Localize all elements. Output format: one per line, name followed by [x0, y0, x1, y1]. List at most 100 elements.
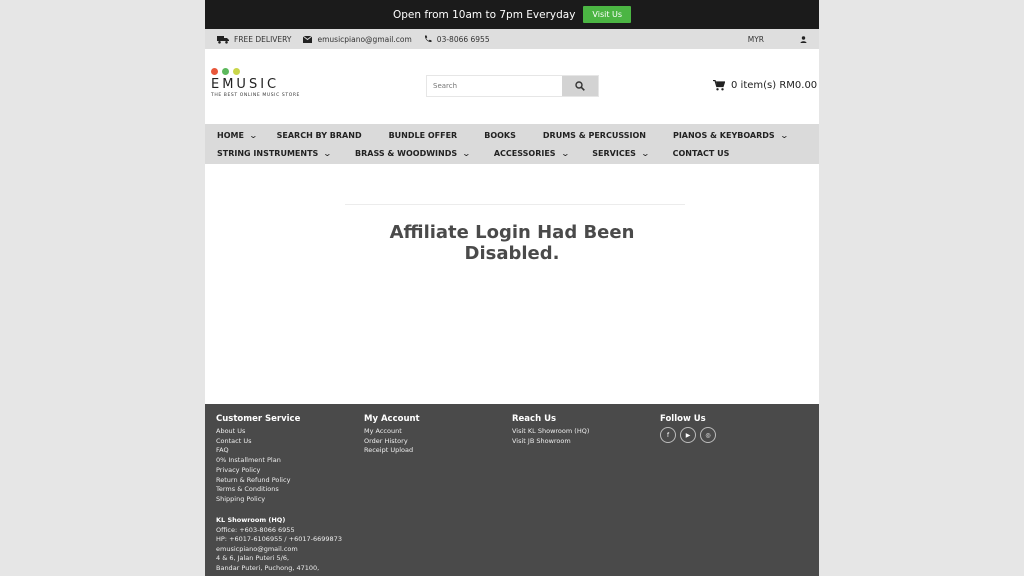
free-delivery: FREE DELIVERY — [217, 35, 291, 44]
contact-email[interactable]: emusicpiano@gmail.com — [303, 34, 412, 44]
footer-link-jb-showroom[interactable]: Visit JB Showroom — [512, 437, 589, 447]
chevron-down-icon: ⌄ — [322, 148, 333, 158]
logo-dot-red — [211, 68, 218, 75]
disabled-message-line-1: Affiliate Login Had Been — [389, 222, 635, 243]
search-button[interactable] — [562, 76, 598, 96]
free-delivery-label: FREE DELIVERY — [234, 34, 292, 44]
footer-link-contact-us[interactable]: Contact Us — [216, 437, 300, 447]
nav-row-2: STRING INSTRUMENTS ⌄ BRASS & WOODWINDS ⌄… — [217, 144, 807, 162]
logo-wordmark: EMUSIC — [211, 77, 280, 92]
logo-dot-yellow — [233, 68, 240, 75]
footer-my-account-title: My Account — [364, 414, 420, 424]
site-header: EMUSIC THE BEST ONLINE MUSIC STORE 0 ite… — [205, 49, 819, 124]
disabled-message-line-2: Disabled. — [464, 243, 560, 264]
footer-link-return-refund[interactable]: Return & Refund Policy — [216, 476, 300, 486]
nav-home[interactable]: HOME ⌄ — [217, 130, 258, 140]
nav-brass-woodwinds-label: BRASS & WOODWINDS — [355, 148, 458, 158]
youtube-icon[interactable]: ▶ — [680, 427, 696, 443]
search-bar — [426, 75, 599, 97]
nav-brass-woodwinds[interactable]: BRASS & WOODWINDS ⌄ — [355, 148, 472, 158]
nav-row-1: HOME ⌄ SEARCH BY BRAND BUNDLE OFFER BOOK… — [217, 126, 807, 144]
nav-contact-us-label: CONTACT US — [672, 148, 730, 158]
cart-label: 0 item(s) RM0.00 — [731, 80, 818, 91]
announcement-bar: Open from 10am to 7pm Everyday Visit Us — [205, 0, 819, 29]
nav-string-instruments-label: STRING INSTRUMENTS — [217, 148, 319, 158]
footer-showroom-info: KL Showroom (HQ) Office: +603-8066 6955 … — [216, 516, 342, 573]
visit-us-button[interactable]: Visit Us — [583, 6, 632, 23]
truck-icon — [217, 35, 229, 44]
mail-icon — [303, 35, 313, 43]
main-navigation: HOME ⌄ SEARCH BY BRAND BUNDLE OFFER BOOK… — [205, 124, 819, 164]
footer-link-privacy-policy[interactable]: Privacy Policy — [216, 466, 300, 476]
nav-bundle-offer-label: BUNDLE OFFER — [388, 130, 458, 140]
showroom-hp: HP: +6017-6106955 / +6017-6699873 — [216, 535, 342, 543]
chevron-down-icon: ⌄ — [640, 148, 650, 158]
footer-reach-us-title: Reach Us — [512, 414, 557, 424]
disabled-message: Affiliate Login Had Been Disabled. — [312, 222, 712, 264]
phone-icon — [424, 35, 432, 43]
page: Open from 10am to 7pm Everyday Visit Us … — [205, 0, 819, 576]
footer-link-order-history[interactable]: Order History — [364, 437, 420, 447]
footer-customer-service: Customer Service About Us Contact Us FAQ… — [216, 414, 300, 505]
emusic-logo[interactable]: EMUSIC THE BEST ONLINE MUSIC STORE — [211, 68, 331, 108]
user-icon[interactable] — [800, 35, 807, 43]
footer-customer-service-title: Customer Service — [216, 414, 301, 424]
footer-follow-us-title: Follow Us — [660, 414, 706, 424]
cart-summary[interactable]: 0 item(s) RM0.00 — [713, 80, 817, 91]
chevron-down-icon: ⌄ — [779, 130, 789, 140]
footer-link-about-us[interactable]: About Us — [216, 427, 300, 437]
social-links: f ▶ ◎ — [660, 427, 716, 443]
nav-pianos-keyboards-label: PIANOS & KEYBOARDS — [672, 130, 775, 140]
footer-follow-us: Follow Us f ▶ ◎ — [660, 414, 716, 443]
nav-pianos-keyboards[interactable]: PIANOS & KEYBOARDS ⌄ — [672, 130, 789, 140]
logo-tagline: THE BEST ONLINE MUSIC STORE — [211, 93, 301, 98]
contact-phone[interactable]: 03-8066 6955 — [424, 35, 490, 44]
chevron-down-icon: ⌄ — [560, 148, 570, 158]
shopping-cart-icon — [713, 80, 725, 91]
footer-reach-us: Reach Us Visit KL Showroom (HQ) Visit JB… — [512, 414, 589, 446]
site-footer: Customer Service About Us Contact Us FAQ… — [205, 404, 819, 576]
nav-contact-us[interactable]: CONTACT US — [673, 149, 730, 158]
footer-link-installment-plan[interactable]: 0% Installment Plan — [216, 456, 300, 466]
announcement-text: Open from 10am to 7pm Everyday — [392, 8, 576, 21]
showroom-office: Office: +603-8066 6955 — [216, 525, 295, 534]
nav-services[interactable]: SERVICES ⌄ — [592, 148, 650, 158]
showroom-email: emusicpiano@gmail.com — [216, 544, 298, 553]
showroom-address-2: Bandar Puteri, Puchong, 47100, — [216, 563, 320, 572]
nav-books-label: BOOKS — [484, 130, 516, 140]
nav-search-by-brand[interactable]: SEARCH BY BRAND — [277, 131, 362, 140]
nav-accessories-label: ACCESSORIES — [493, 148, 556, 158]
nav-services-label: SERVICES — [592, 148, 636, 158]
logo-dot-green — [222, 68, 229, 75]
nav-bundle-offer[interactable]: BUNDLE OFFER — [389, 131, 458, 140]
footer-link-terms[interactable]: Terms & Conditions — [216, 485, 300, 495]
top-info-bar: FREE DELIVERY emusicpiano@gmail.com 03-8… — [205, 29, 819, 49]
chevron-down-icon: ⌄ — [248, 130, 258, 140]
nav-search-by-brand-label: SEARCH BY BRAND — [276, 130, 362, 140]
search-icon — [575, 81, 585, 91]
showroom-address-1: 4 & 6, Jalan Puteri 5/6, — [216, 554, 290, 562]
main-content: Affiliate Login Had Been Disabled. — [205, 164, 819, 404]
footer-link-my-account[interactable]: My Account — [364, 427, 420, 437]
phone-text: 03-8066 6955 — [436, 34, 490, 44]
footer-link-faq[interactable]: FAQ — [216, 446, 300, 456]
chevron-down-icon: ⌄ — [461, 148, 472, 158]
facebook-icon[interactable]: f — [660, 427, 676, 443]
nav-string-instruments[interactable]: STRING INSTRUMENTS ⌄ — [217, 148, 333, 158]
footer-link-shipping-policy[interactable]: Shipping Policy — [216, 495, 300, 505]
footer-link-receipt-upload[interactable]: Receipt Upload — [364, 446, 420, 456]
email-text: emusicpiano@gmail.com — [317, 34, 412, 44]
footer-link-kl-showroom[interactable]: Visit KL Showroom (HQ) — [512, 427, 589, 437]
logo-dots — [211, 68, 331, 75]
instagram-icon[interactable]: ◎ — [700, 427, 716, 443]
currency-selector[interactable]: MYR — [748, 35, 764, 44]
nav-books[interactable]: BOOKS — [484, 131, 516, 140]
nav-drums-percussion[interactable]: DRUMS & PERCUSSION — [543, 131, 646, 140]
search-input[interactable] — [427, 76, 562, 96]
nav-accessories[interactable]: ACCESSORIES ⌄ — [493, 148, 570, 158]
nav-home-label: HOME — [217, 130, 244, 140]
nav-drums-percussion-label: DRUMS & PERCUSSION — [542, 130, 646, 140]
showroom-title: KL Showroom (HQ) — [216, 516, 286, 524]
content-divider — [345, 204, 685, 205]
footer-my-account: My Account My Account Order History Rece… — [364, 414, 420, 456]
